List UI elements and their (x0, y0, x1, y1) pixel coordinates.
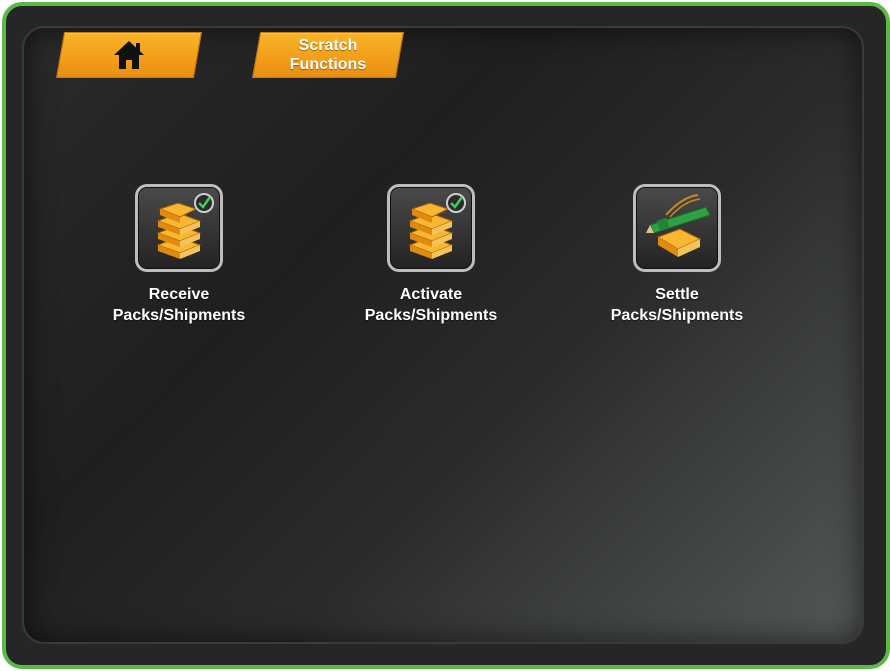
activate-label-line1: Activate (399, 286, 463, 303)
tab-scratch-functions[interactable]: Scratch Functions (251, 32, 405, 78)
main-screen: Scratch Functions (22, 26, 864, 644)
settle-packs-tile[interactable]: Settle Packs/Shipments (577, 184, 777, 326)
pen-pack-icon (633, 184, 721, 272)
tab-home[interactable] (55, 32, 203, 78)
stack-check-icon (387, 184, 475, 272)
home-icon (114, 41, 144, 69)
receive-label-line2: Packs/Shipments (112, 307, 246, 324)
tab-scratch-functions-label: Scratch Functions (289, 37, 367, 73)
settle-label-line2: Packs/Shipments (610, 307, 744, 324)
activate-packs-tile[interactable]: Activate Packs/Shipments (331, 184, 531, 326)
receive-label-line1: Receive (148, 286, 210, 303)
settle-label-line1: Settle (655, 286, 699, 303)
receive-packs-tile[interactable]: Receive Packs/Shipments (79, 184, 279, 326)
activate-label-line2: Packs/Shipments (364, 307, 498, 324)
stack-check-icon (135, 184, 223, 272)
